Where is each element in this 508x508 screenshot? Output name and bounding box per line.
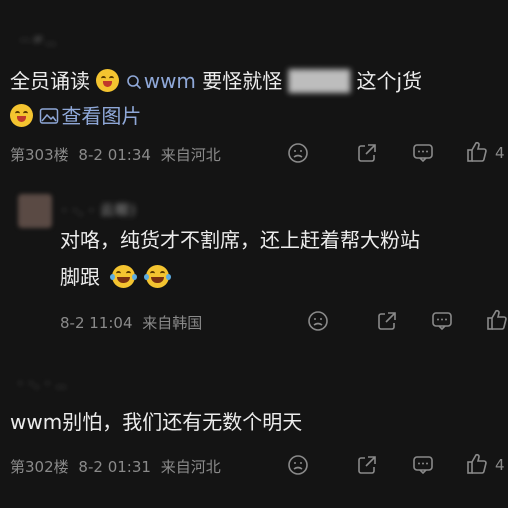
time: 01:34: [107, 146, 151, 164]
comment-text-middle: 要怪就怪: [202, 69, 283, 93]
sad-face-icon: [288, 455, 308, 475]
reply-button[interactable]: [412, 142, 434, 164]
comment-text-prefix: 全员诵读: [10, 69, 90, 93]
topic-link[interactable]: wwm: [126, 69, 203, 93]
reply-button[interactable]: [412, 454, 434, 476]
reply-text-end: 脚跟: [60, 265, 100, 289]
thumbs-up-icon: [467, 141, 487, 162]
image-icon: [40, 108, 59, 124]
grin-emoji: [96, 69, 120, 92]
username-blurred[interactable]: · ·. · 云眼): [62, 200, 312, 218]
comment-icon: [413, 144, 433, 163]
date: 8-2: [60, 314, 85, 332]
share-icon: [358, 456, 376, 474]
like-button[interactable]: [466, 141, 488, 163]
comment-text-suffix: 这个j货: [356, 69, 423, 93]
username-blurred[interactable]: · ·. · ..: [18, 376, 168, 394]
comment-text: 全员诵读 wwm 要怪就怪 ████ 这个j货: [10, 69, 422, 92]
like-count: 4: [495, 456, 505, 474]
reply-comment: · ·. · 云眼) 对咯，纯货才不割席，还上赶着帮大粉站 脚跟 8-2 11:…: [0, 180, 508, 348]
laugh-emoji: [143, 265, 171, 288]
location: 来自河北: [160, 146, 221, 164]
share-button[interactable]: [376, 310, 398, 332]
sad-face-icon: [308, 311, 328, 331]
search-icon: [126, 75, 141, 90]
grin-emoji: [10, 104, 33, 127]
reply-button[interactable]: [431, 310, 453, 332]
like-button[interactable]: [466, 453, 488, 475]
reply-text-line1: 对咯，纯货才不割席，还上赶着帮大粉站: [60, 228, 420, 252]
share-icon: [358, 144, 376, 162]
laugh-emoji: [110, 265, 138, 288]
floor-number: 第302楼: [10, 458, 69, 476]
comment-meta: 第302楼 8-2 01:31 来自河北: [10, 456, 221, 477]
sad-face-icon: [288, 143, 308, 163]
view-image-label: 查看图片: [61, 104, 142, 128]
location: 来自韩国: [142, 314, 203, 332]
like-count: 4: [495, 144, 505, 162]
topic-link-text: wwm: [143, 69, 196, 93]
comment-text-line2: 查看图片: [10, 104, 141, 127]
time: 01:31: [107, 458, 151, 476]
comment-icon: [413, 456, 433, 475]
comment-icon: [432, 312, 452, 331]
sad-reaction-button[interactable]: [287, 142, 309, 164]
date: 8-2: [78, 458, 103, 476]
floor-number: 第303楼: [10, 146, 69, 164]
comment-302: · ·. · .. wwm别怕，我们还有无数个明天 第302楼 8-2 01:3…: [0, 348, 508, 508]
thumbs-up-icon: [467, 453, 487, 474]
share-button[interactable]: [356, 142, 378, 164]
reply-meta: 8-2 11:04 来自韩国: [60, 312, 202, 333]
reply-text-line2: 脚跟: [60, 265, 171, 289]
location: 来自河北: [160, 458, 221, 476]
date: 8-2: [78, 146, 103, 164]
time: 11:04: [89, 314, 133, 332]
comment-meta: 第303楼 8-2 01:34 来自河北: [10, 144, 221, 165]
sad-reaction-button[interactable]: [287, 454, 309, 476]
comment-303: ··〃.. 全员诵读 wwm 要怪就怪 ████ 这个j货 查看图片 第303楼…: [0, 0, 508, 180]
comment-text: wwm别怕，我们还有无数个明天: [10, 410, 303, 434]
thumbs-up-icon: [487, 309, 507, 330]
blurred-text: ████: [288, 69, 351, 93]
avatar[interactable]: [18, 194, 52, 228]
view-image-link[interactable]: 查看图片: [39, 104, 141, 128]
like-button[interactable]: [486, 309, 508, 331]
share-icon: [378, 312, 396, 330]
share-button[interactable]: [356, 454, 378, 476]
sad-reaction-button[interactable]: [307, 310, 329, 332]
username-blurred[interactable]: ··〃..: [20, 30, 170, 48]
